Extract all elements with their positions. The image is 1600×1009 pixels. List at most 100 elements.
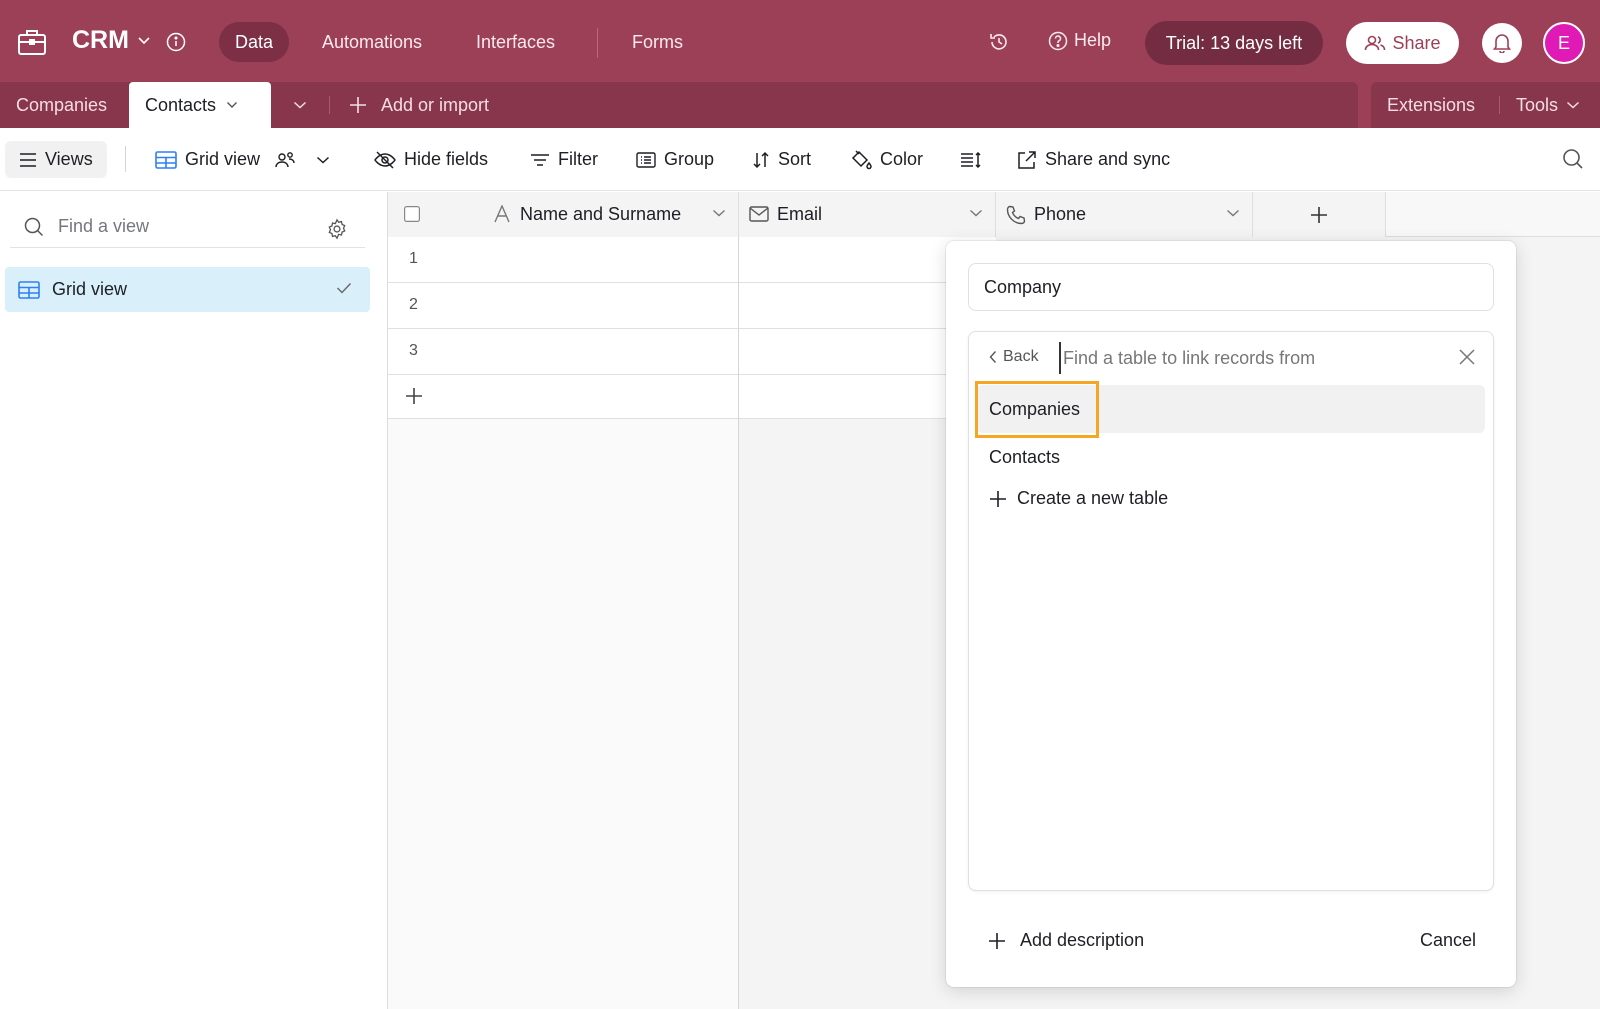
plus-icon xyxy=(989,490,1007,508)
view-toolbar: Views Grid view Hide fields Filter Group xyxy=(0,128,1600,191)
search-icon[interactable] xyxy=(1562,148,1584,170)
search-icon xyxy=(24,217,44,237)
nav-divider xyxy=(597,28,598,58)
tab-companies[interactable]: Companies xyxy=(0,82,123,128)
users-icon xyxy=(1364,34,1386,52)
extensions-button[interactable]: Extensions xyxy=(1387,82,1475,128)
tools-button[interactable]: Tools xyxy=(1516,82,1580,128)
filter-button[interactable]: Filter xyxy=(530,128,598,191)
add-field-button[interactable] xyxy=(1253,192,1386,237)
user-avatar[interactable]: E xyxy=(1543,22,1585,64)
table-row[interactable]: 2 xyxy=(388,283,738,329)
chevron-down-icon[interactable] xyxy=(137,36,151,46)
plus-icon xyxy=(349,96,367,114)
column-header-email[interactable]: Email xyxy=(739,192,996,237)
share-button[interactable]: Share xyxy=(1346,22,1459,64)
grid-primary-pane: 1 2 3 xyxy=(388,237,739,1009)
paint-bucket-icon xyxy=(850,149,872,170)
tab-contacts-label: Contacts xyxy=(145,94,217,115)
collaborators-icon xyxy=(274,151,296,169)
hide-fields-label: Hide fields xyxy=(404,149,489,169)
filter-label: Filter xyxy=(558,149,598,169)
grid-icon xyxy=(155,150,177,169)
eye-off-icon xyxy=(374,150,396,169)
add-record-row[interactable] xyxy=(388,375,738,419)
views-button[interactable]: Views xyxy=(5,141,107,178)
field-config-popup: Back Companies Contacts Create a new tab… xyxy=(946,241,1516,987)
cancel-button[interactable]: Cancel xyxy=(1420,930,1476,951)
close-icon[interactable] xyxy=(1459,349,1475,365)
phone-icon xyxy=(1006,205,1026,225)
view-switcher-button[interactable]: Grid view xyxy=(155,128,330,191)
all-tables-chevron-icon[interactable] xyxy=(293,101,307,109)
field-name-input[interactable] xyxy=(968,263,1494,311)
share-label: Share xyxy=(1392,32,1441,53)
notifications-button[interactable] xyxy=(1482,23,1522,63)
help-label: Help xyxy=(1074,30,1112,50)
create-new-table-button[interactable]: Create a new table xyxy=(989,488,1168,509)
sort-label: Sort xyxy=(778,149,812,169)
color-button[interactable]: Color xyxy=(850,128,923,191)
table-row[interactable]: 3 xyxy=(388,329,738,375)
chevron-down-icon[interactable] xyxy=(712,209,726,217)
row-number: 2 xyxy=(409,296,418,313)
plus-icon xyxy=(1310,206,1328,224)
mail-icon xyxy=(749,206,769,222)
history-icon[interactable] xyxy=(988,31,1010,53)
select-all-checkbox[interactable] xyxy=(404,206,420,222)
base-title[interactable]: CRM xyxy=(72,26,129,55)
sidebar-item-label: Grid view xyxy=(52,279,128,299)
nav-interfaces[interactable]: Interfaces xyxy=(460,22,571,62)
row-number: 3 xyxy=(409,342,418,359)
sort-icon xyxy=(752,151,770,169)
toolbar-divider xyxy=(125,146,126,172)
back-label: Back xyxy=(1003,348,1039,365)
tab-contacts[interactable]: Contacts xyxy=(129,82,271,128)
group-button[interactable]: Group xyxy=(636,128,714,191)
hide-fields-button[interactable]: Hide fields xyxy=(374,128,488,191)
check-icon xyxy=(336,282,352,294)
find-table-input[interactable] xyxy=(1059,342,1439,374)
grid-icon xyxy=(18,280,40,299)
chevron-down-icon[interactable] xyxy=(226,101,238,109)
highlight-box xyxy=(975,381,1099,438)
nav-automations[interactable]: Automations xyxy=(306,22,438,62)
trial-button[interactable]: Trial: 13 days left xyxy=(1145,21,1323,65)
table-option-label: Contacts xyxy=(989,446,1061,467)
group-label: Group xyxy=(664,149,715,169)
info-icon[interactable] xyxy=(166,32,186,52)
filter-icon xyxy=(530,153,550,167)
top-header: CRM Data Automations Interfaces Forms He… xyxy=(0,0,1600,82)
find-view-search[interactable]: Find a view xyxy=(10,206,365,248)
nav-forms[interactable]: Forms xyxy=(616,22,699,62)
chevron-down-icon[interactable] xyxy=(1226,209,1240,217)
link-table-picker: Back Companies Contacts Create a new tab… xyxy=(968,331,1494,891)
question-icon xyxy=(1048,31,1068,51)
column-header-phone[interactable]: Phone xyxy=(996,192,1253,237)
sidebar-item-grid-view[interactable]: Grid view xyxy=(5,267,370,312)
back-button[interactable]: Back xyxy=(989,348,1039,366)
table-tabs-bar: Companies Contacts Add or import Extensi… xyxy=(0,82,1600,210)
column-header-name[interactable]: Name and Surname xyxy=(388,192,739,237)
row-height-button[interactable] xyxy=(960,128,982,191)
gear-icon[interactable] xyxy=(326,218,348,240)
help-button[interactable]: Help xyxy=(1048,30,1111,51)
chevron-down-icon xyxy=(316,156,330,164)
row-number: 1 xyxy=(409,250,418,267)
add-description-button[interactable]: Add description xyxy=(988,930,1144,951)
nav-data[interactable]: Data xyxy=(219,22,290,62)
share-sync-label: Share and sync xyxy=(1045,149,1171,169)
briefcase-icon[interactable] xyxy=(16,26,48,58)
tab-divider xyxy=(329,96,330,114)
chevron-down-icon[interactable] xyxy=(969,209,983,217)
chevron-left-icon xyxy=(989,350,997,364)
external-link-icon xyxy=(1017,150,1037,170)
table-option-contacts[interactable]: Contacts xyxy=(977,433,1485,481)
share-and-sync-button[interactable]: Share and sync xyxy=(1017,128,1170,191)
add-or-import-button[interactable]: Add or import xyxy=(349,82,489,128)
sort-button[interactable]: Sort xyxy=(752,128,811,191)
table-row[interactable]: 1 xyxy=(388,237,738,283)
tools-divider xyxy=(1499,96,1500,114)
tools-label: Tools xyxy=(1516,94,1559,115)
plus-icon xyxy=(988,932,1006,950)
